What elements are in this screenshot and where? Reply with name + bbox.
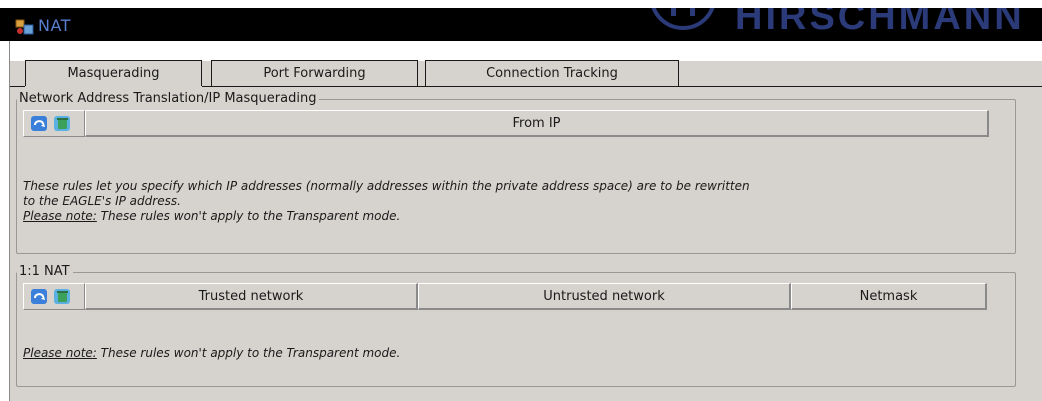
column-header-netmask[interactable]: Netmask xyxy=(791,283,987,310)
description-line-1: These rules let you specify which IP add… xyxy=(23,179,750,193)
masquerading-legend: Network Address Translation/IP Masquerad… xyxy=(17,91,320,107)
nat-table-header: Trusted network Untrusted network Netmas… xyxy=(23,283,987,310)
title-bar: NAT HIRSCHMANN xyxy=(0,8,1042,41)
add-row-icon[interactable] xyxy=(30,114,49,133)
masquerading-table-header: From IP xyxy=(23,110,989,137)
nat-app-icon xyxy=(15,19,34,35)
nat-window: NAT HIRSCHMANN Masquerading Port Forward… xyxy=(0,0,1042,401)
note-prefix: Please note: xyxy=(23,209,97,223)
hirschmann-logo-icon xyxy=(651,8,715,30)
one-to-one-nat-group: 1:1 NAT Trusted network Untrusted networ… xyxy=(16,264,1016,387)
masquerading-note: Please note: These rules won't apply to … xyxy=(23,209,750,224)
column-header-from-ip[interactable]: From IP xyxy=(85,110,989,137)
row-actions xyxy=(23,110,85,137)
nat-note: Please note: These rules won't apply to … xyxy=(23,346,400,361)
tab-strip: Masquerading Port Forwarding Connection … xyxy=(10,41,1042,88)
window-title: NAT xyxy=(38,16,71,35)
one-to-one-nat-legend: 1:1 NAT xyxy=(17,264,73,280)
tab-port-forwarding[interactable]: Port Forwarding xyxy=(211,60,418,87)
note-text: These rules won't apply to the Transpare… xyxy=(96,346,401,360)
masquerading-group: Network Address Translation/IP Masquerad… xyxy=(16,91,1016,254)
tab-connection-tracking[interactable]: Connection Tracking xyxy=(425,60,679,87)
row-actions xyxy=(23,283,85,310)
column-header-trusted-network[interactable]: Trusted network xyxy=(85,283,418,310)
brand-wordmark: HIRSCHMANN xyxy=(735,8,1025,38)
note-prefix: Please note: xyxy=(23,346,97,360)
note-text: These rules won't apply to the Transpare… xyxy=(96,209,401,223)
column-header-untrusted-network[interactable]: Untrusted network xyxy=(418,283,791,310)
description-line-2: to the EAGLE's IP address. xyxy=(23,194,181,208)
delete-row-icon[interactable] xyxy=(53,287,72,306)
add-row-icon[interactable] xyxy=(30,287,49,306)
tab-masquerading[interactable]: Masquerading xyxy=(25,60,202,88)
masquerading-description: These rules let you specify which IP add… xyxy=(23,179,750,224)
content-panel: Masquerading Port Forwarding Connection … xyxy=(9,41,1042,401)
delete-row-icon[interactable] xyxy=(53,114,72,133)
